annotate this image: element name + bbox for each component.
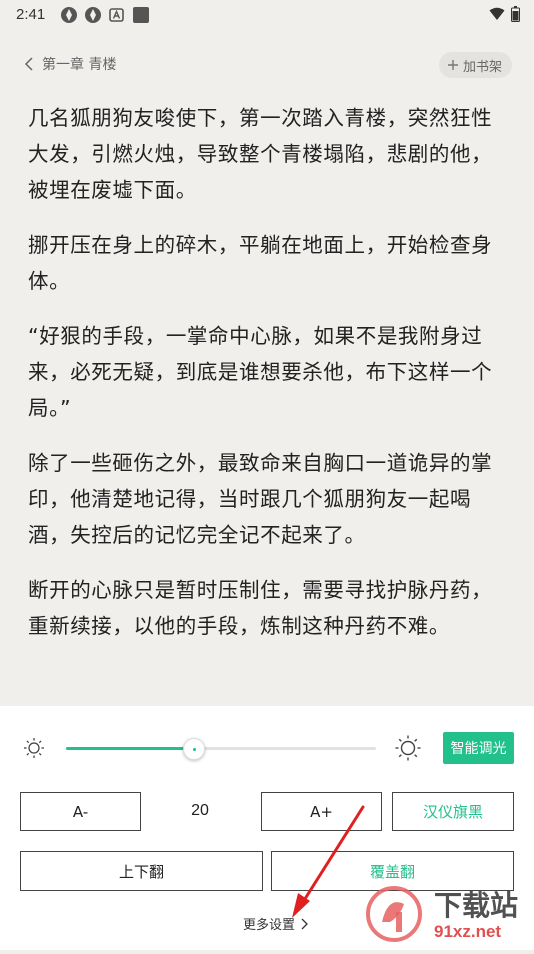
watermark-domain-text: 91xz.net: [434, 922, 502, 941]
add-to-shelf-button[interactable]: 加书架: [438, 52, 512, 78]
chapter-title: 第一章 青楼: [42, 57, 117, 73]
content-paragraph: 挪开压在身上的碎木，平躺在地面上，开始检查身体。: [28, 233, 493, 293]
chevron-left-icon: [24, 57, 33, 71]
brightness-low-icon: [24, 738, 44, 758]
content-paragraph: 几名狐朋狗友唆使下，第一次踏入青楼，突然狂性大发，引燃火烛，导致整个青楼塌陷，悲…: [28, 106, 493, 202]
brightness-slider-thumb[interactable]: [183, 738, 206, 760]
square-icon: [133, 7, 149, 23]
more-settings-label: 更多设置: [243, 918, 296, 933]
more-settings-link[interactable]: 更多设置: [243, 914, 308, 933]
back-button[interactable]: 第一章 青楼: [24, 54, 116, 74]
plus-icon: [447, 60, 458, 70]
brightness-slider-fill: [66, 747, 194, 750]
brightness-high-icon: [395, 735, 421, 761]
watermark-logo: 下载站 91xz.net: [362, 882, 534, 950]
smart-dimming-button[interactable]: 智能调光: [443, 732, 514, 764]
page-turn-vertical-button[interactable]: 上下翻: [20, 851, 263, 891]
add-shelf-label: 加书架: [462, 59, 502, 75]
status-notification-icons: [60, 6, 150, 24]
content-paragraph: 断开的心脉只是暂时压制住，需要寻找护脉丹药，重新续接，以他的手段，炼制这种丹药不…: [28, 578, 493, 638]
aperture-icon: [61, 7, 77, 23]
a-badge-icon: [109, 8, 124, 22]
wifi-icon: [489, 7, 505, 20]
reader-header: 第一章 青楼 加书架: [0, 46, 534, 84]
brightness-slider[interactable]: [66, 738, 376, 760]
chapter-content[interactable]: 几名狐朋狗友唆使下，第一次踏入青楼，突然狂性大发，引燃火烛，导致整个青楼塌陷，悲…: [28, 100, 510, 705]
chevron-right-icon: [301, 918, 308, 929]
font-increase-button[interactable]: A+: [261, 792, 382, 831]
battery-icon: [511, 6, 520, 22]
watermark-brand-text: 下载站: [434, 889, 519, 922]
status-bar: 2:41: [0, 0, 534, 30]
brightness-row: 智能调光: [0, 728, 534, 768]
font-family-button[interactable]: 汉仪旗黑: [392, 792, 514, 831]
status-system-icons: [489, 6, 520, 22]
content-paragraph: “好狠的手段，一掌命中心脉，如果不是我附身过来，必死无疑，到底是谁想要杀他，布下…: [28, 324, 493, 420]
font-decrease-button[interactable]: A-: [20, 792, 141, 831]
font-size-value: 20: [191, 802, 209, 819]
status-time: 2:41: [16, 6, 46, 23]
content-paragraph: 除了一些砸伤之外，最致命来自胸口一道诡异的掌印，他清楚地记得，当时跟几个狐朋狗友…: [28, 451, 493, 547]
aperture-icon: [85, 7, 101, 23]
